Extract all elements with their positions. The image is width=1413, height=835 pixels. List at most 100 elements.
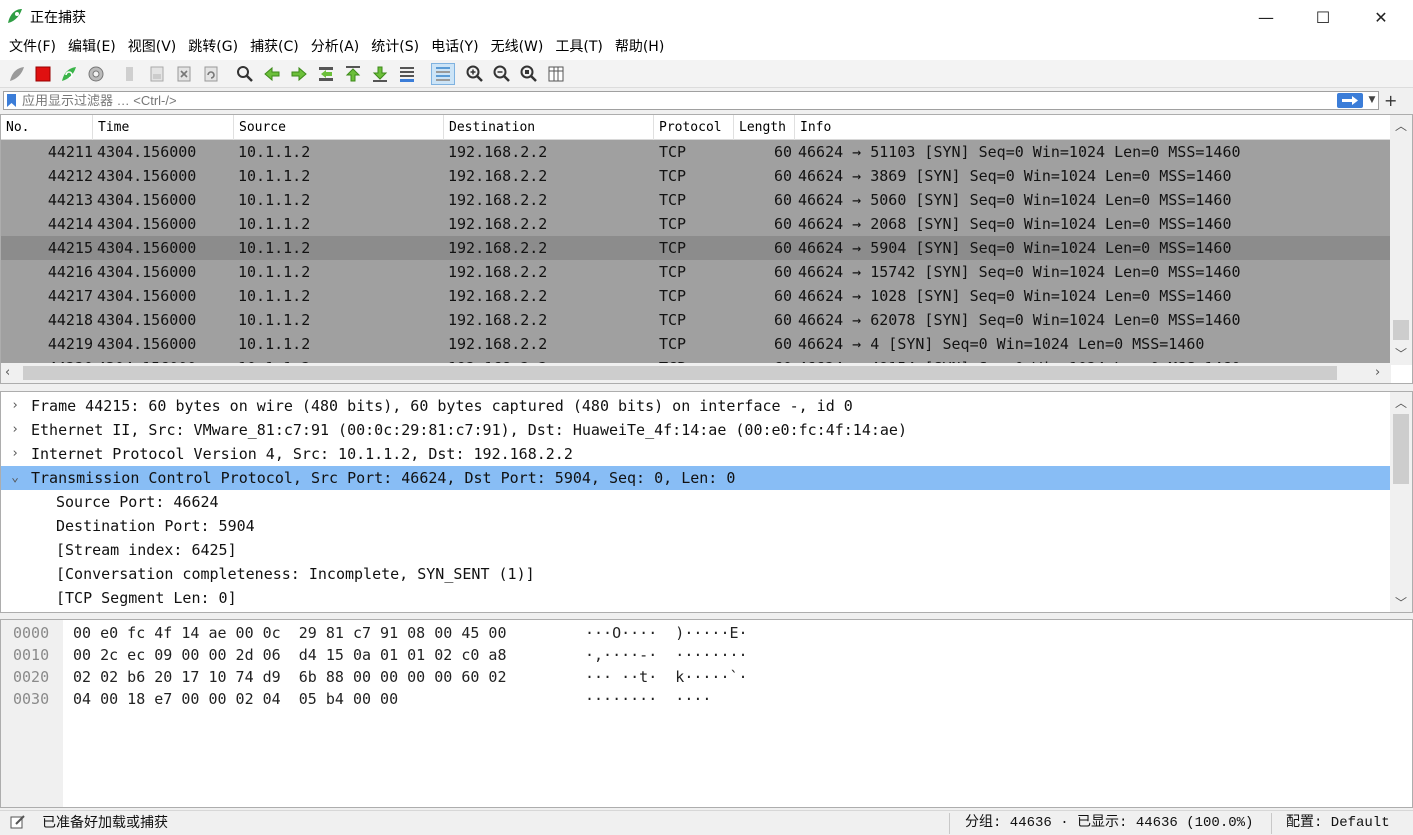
go-last-icon[interactable] — [370, 64, 390, 84]
hex-offset: 0000 — [13, 624, 50, 642]
restart-capture-icon[interactable] — [59, 64, 79, 84]
column-header-protocol[interactable]: Protocol — [654, 115, 734, 140]
menu-telephony[interactable]: 电话(Y) — [425, 34, 484, 60]
detail-tree-item[interactable]: Source Port: 46624 — [1, 490, 1391, 514]
go-to-packet-icon[interactable] — [316, 64, 336, 84]
display-filter-field[interactable]: ▼ — [3, 91, 1379, 110]
detail-tree-text: Internet Protocol Version 4, Src: 10.1.1… — [31, 445, 573, 463]
go-back-icon[interactable] — [262, 64, 282, 84]
column-header-destination[interactable]: Destination — [444, 115, 654, 140]
packet-cell-src: 10.1.1.2 — [238, 239, 311, 257]
hex-row[interactable]: 0000 00 e0 fc 4f 14 ae 00 0c 29 81 c7 91 … — [1, 622, 1401, 644]
scroll-right-icon[interactable]: › — [1375, 365, 1389, 381]
scroll-thumb[interactable] — [1393, 320, 1409, 340]
go-first-icon[interactable] — [343, 64, 363, 84]
close-file-icon[interactable] — [174, 64, 194, 84]
zoom-normal-icon[interactable] — [519, 64, 539, 84]
expert-info-icon[interactable] — [10, 814, 26, 830]
profile-status[interactable]: 配置: Default — [1286, 811, 1390, 835]
scroll-up-icon[interactable]: ︿ — [1390, 392, 1412, 412]
title-bar: 正在捕获 — ☐ ✕ — [0, 0, 1413, 34]
menu-edit[interactable]: 编辑(E) — [62, 34, 122, 60]
stop-capture-icon[interactable] — [33, 64, 53, 84]
save-file-icon[interactable] — [147, 64, 167, 84]
colorize-icon[interactable] — [431, 63, 455, 85]
add-filter-button-icon[interactable]: + — [1384, 89, 1397, 112]
resize-columns-icon[interactable] — [546, 64, 566, 84]
scroll-down-icon[interactable]: ﹀ — [1390, 592, 1412, 612]
packet-row[interactable]: 44219 4304.156000 10.1.1.2 192.168.2.2 TCP 60… — [1, 332, 1391, 356]
detail-tree-item[interactable]: ⌄ Transmission Control Protocol, Src Port… — [1, 466, 1391, 490]
packet-row[interactable]: 44213 4304.156000 10.1.1.2 192.168.2.2 TCP 60… — [1, 188, 1391, 212]
reload-file-icon[interactable] — [201, 64, 221, 84]
packet-row[interactable]: 44211 4304.156000 10.1.1.2 192.168.2.2 TCP 60… — [1, 140, 1391, 164]
column-header-time[interactable]: Time — [93, 115, 234, 140]
go-forward-icon[interactable] — [289, 64, 309, 84]
scroll-up-icon[interactable]: ︿ — [1390, 115, 1412, 135]
column-header-no[interactable]: No. — [1, 115, 93, 140]
hex-row[interactable]: 0020 02 02 b6 20 17 10 74 d9 6b 88 00 00 … — [1, 666, 1401, 688]
display-filter-bar: ▼ + — [0, 89, 1413, 112]
packet-row[interactable]: 44218 4304.156000 10.1.1.2 192.168.2.2 TCP 60… — [1, 308, 1391, 332]
find-packet-icon[interactable] — [235, 64, 255, 84]
packet-list-vscrollbar[interactable]: ︿ ﹀ — [1390, 115, 1412, 365]
details-vscrollbar[interactable]: ︿ ﹀ — [1390, 392, 1412, 612]
expand-chevron-icon[interactable]: › — [7, 418, 23, 442]
filter-input[interactable] — [22, 92, 1322, 109]
column-header-length[interactable]: Length — [734, 115, 795, 140]
menu-view[interactable]: 视图(V) — [122, 34, 183, 60]
menu-help[interactable]: 帮助(H) — [609, 34, 670, 60]
detail-tree-item[interactable]: [Stream index: 6425] — [1, 538, 1391, 562]
expand-chevron-icon[interactable]: › — [7, 442, 23, 466]
hex-row[interactable]: 0030 04 00 18 e7 00 00 02 04 05 b4 00 00 ·… — [1, 688, 1401, 710]
detail-tree-item[interactable]: Destination Port: 5904 — [1, 514, 1391, 538]
detail-tree-item[interactable]: [TCP Segment Len: 0] — [1, 586, 1391, 610]
packet-row[interactable]: 44212 4304.156000 10.1.1.2 192.168.2.2 TCP 60… — [1, 164, 1391, 188]
filter-dropdown-chevron-icon[interactable]: ▼ — [1367, 93, 1377, 108]
minimize-button[interactable]: — — [1243, 0, 1289, 34]
packet-cell-proto: TCP — [659, 191, 687, 209]
hscroll-thumb[interactable] — [23, 366, 1337, 380]
menu-capture[interactable]: 捕获(C) — [244, 34, 305, 60]
zoom-out-icon[interactable] — [492, 64, 512, 84]
packet-row[interactable]: 44217 4304.156000 10.1.1.2 192.168.2.2 TCP 60… — [1, 284, 1391, 308]
menu-statistics[interactable]: 统计(S) — [365, 34, 425, 60]
start-capture-icon[interactable] — [7, 64, 27, 84]
packet-row[interactable]: 44215 4304.156000 10.1.1.2 192.168.2.2 TCP 60… — [1, 236, 1391, 260]
menu-tools[interactable]: 工具(T) — [549, 34, 608, 60]
detail-tree-item[interactable]: [Conversation completeness: Incomplete, … — [1, 562, 1391, 586]
packet-list-hscrollbar[interactable]: ‹ › — [1, 363, 1391, 383]
menu-analyze[interactable]: 分析(A) — [305, 34, 366, 60]
menu-go[interactable]: 跳转(G) — [182, 34, 244, 60]
scroll-down-icon[interactable]: ﹀ — [1390, 343, 1412, 363]
expand-chevron-icon[interactable]: › — [7, 394, 23, 418]
packet-cell-proto: TCP — [659, 335, 687, 353]
apply-filter-arrow-icon[interactable] — [1337, 93, 1363, 108]
menu-file[interactable]: 文件(F) — [3, 34, 62, 60]
packet-cell-len: 60 — [773, 167, 792, 185]
detail-tree-item[interactable]: › Frame 44215: 60 bytes on wire (480 bits… — [1, 394, 1391, 418]
close-button[interactable]: ✕ — [1358, 0, 1404, 34]
menu-wireless[interactable]: 无线(W) — [485, 34, 550, 60]
column-header-source[interactable]: Source — [234, 115, 444, 140]
maximize-button[interactable]: ☐ — [1300, 0, 1346, 34]
autoscroll-icon[interactable] — [397, 64, 417, 84]
column-header-info[interactable]: Info — [795, 115, 1391, 140]
bookmark-icon[interactable] — [7, 94, 16, 107]
packet-row[interactable]: 44214 4304.156000 10.1.1.2 192.168.2.2 TCP 60… — [1, 212, 1391, 236]
scroll-left-icon[interactable]: ‹ — [5, 365, 19, 381]
hex-offset: 0020 — [13, 668, 50, 686]
zoom-in-icon[interactable] — [465, 64, 485, 84]
capture-options-icon[interactable] — [86, 64, 106, 84]
open-file-icon[interactable] — [120, 64, 140, 84]
hex-row[interactable]: 0010 00 2c ec 09 00 00 2d 06 d4 15 0a 01 … — [1, 644, 1401, 666]
packet-cell-time: 4304.156000 — [97, 311, 197, 329]
packet-cell-src: 10.1.1.2 — [238, 143, 311, 161]
detail-tree-item[interactable]: › Internet Protocol Version 4, Src: 10.1.… — [1, 442, 1391, 466]
collapse-chevron-icon[interactable]: ⌄ — [7, 466, 23, 490]
detail-tree-item[interactable]: › Ethernet II, Src: VMware_81:c7:91 (00:0… — [1, 418, 1391, 442]
packet-row[interactable]: 44216 4304.156000 10.1.1.2 192.168.2.2 TCP 60… — [1, 260, 1391, 284]
packet-cell-info: 46624 → 5060 [SYN] Seq=0 Win=1024 Len=0 … — [798, 191, 1232, 209]
packet-cell-no: 44213 — [47, 191, 93, 209]
scroll-thumb[interactable] — [1393, 414, 1409, 484]
